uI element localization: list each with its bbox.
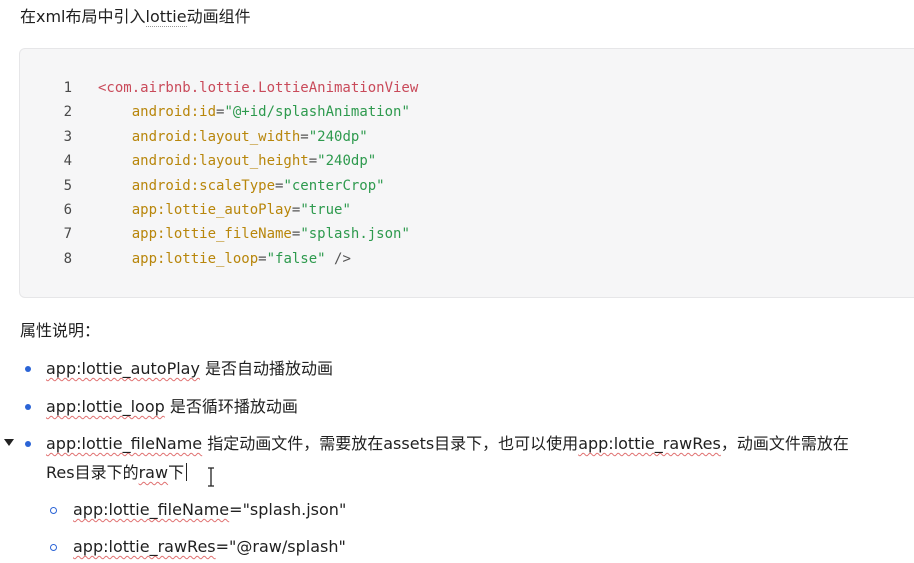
xml-string: "240dp": [317, 153, 377, 170]
list-item-filename: app:lottie_fileName 指定动画文件，需要放在assets目录下…: [46, 430, 849, 458]
xml-equals: =: [300, 128, 309, 145]
xml-string: "240dp": [308, 128, 368, 145]
list-item-filename-cont: Res目录下的raw下: [46, 459, 188, 487]
sub-item-rawres: app:lottie_rawRes="@raw/splash": [73, 533, 346, 561]
code-line: 3 android:layout_width="240dp": [20, 125, 914, 149]
line-number: 7: [63, 226, 72, 243]
code-line: 7 app:lottie_fileName="splash.json": [20, 222, 914, 246]
attr-desc-4: 下: [168, 463, 185, 482]
xml-attr: app:lottie_loop: [131, 250, 259, 267]
attr-name: app:lottie_fileName: [73, 500, 230, 519]
xml-equals: =: [308, 153, 318, 170]
attr-value: ="splash.json": [229, 500, 347, 519]
line-number: 4: [63, 153, 72, 170]
attr-desc: 是否自动播放动画: [199, 359, 334, 378]
attr-desc-2: ，动画文件需放在: [720, 434, 849, 453]
attr-value: ="@raw/splash": [215, 537, 346, 556]
line-number: 8: [63, 250, 72, 267]
xml-string: "splash.json": [300, 226, 410, 243]
xml-string: "false": [266, 250, 326, 267]
heading-suffix: 动画组件: [186, 7, 251, 26]
heading-prefix: 在xml布局中引入: [20, 7, 146, 26]
attr-name: app:lottie_autoPlay: [46, 359, 200, 378]
code-line: 8 app:lottie_loop="false" />: [20, 247, 914, 271]
xml-equals: =: [258, 250, 267, 267]
heading-highlight: lottie: [145, 7, 187, 27]
sub-bullet-ring: [50, 544, 57, 551]
section-heading: 在xml布局中引入lottie动画组件: [20, 4, 251, 30]
sub-bullet-ring: [50, 507, 57, 514]
bullet-dot: [25, 404, 31, 410]
raw-word: raw: [138, 463, 169, 482]
xml-attr: android:layout_height: [131, 153, 309, 170]
line-number: 3: [63, 128, 72, 145]
line-number: 2: [63, 104, 72, 121]
attr-desc: 指定动画文件，需要放在assets目录下，也可以使用: [202, 434, 579, 453]
sub-item-filename: app:lottie_fileName="splash.json": [73, 496, 346, 524]
ibeam-cursor-icon: [208, 467, 214, 487]
code-line: 1 <com.airbnb.lottie.LottieAnimationView: [20, 76, 914, 100]
line-number: 5: [63, 177, 72, 194]
code-line: 6 app:lottie_autoPlay="true": [20, 198, 914, 222]
xml-close: />: [325, 250, 351, 267]
list-item-autoplay: app:lottie_autoPlay 是否自动播放动画: [46, 355, 333, 383]
attributes-label: 属性说明：: [20, 321, 101, 340]
code-block[interactable]: 1 <com.airbnb.lottie.LottieAnimationView 2…: [19, 48, 914, 298]
collapse-triangle-icon[interactable]: [4, 439, 14, 446]
list-item-loop: app:lottie_loop 是否循环播放动画: [46, 393, 298, 421]
code-line: 4 android:layout_height="240dp": [20, 149, 914, 173]
xml-string: "centerCrop": [283, 177, 385, 194]
bullet-dot: [25, 441, 31, 447]
attr-name-rawres: app:lottie_rawRes: [578, 434, 721, 453]
line-number: 1: [63, 80, 72, 96]
xml-string: "true": [300, 201, 351, 218]
code-line: 5 android:scaleType="centerCrop": [20, 174, 914, 198]
xml-tag: <com.airbnb.lottie.LottieAnimationView: [98, 80, 419, 96]
xml-attr: android:scaleType: [131, 177, 276, 194]
xml-attr: android:layout_width: [131, 128, 301, 145]
xml-attr: app:lottie_autoPlay: [131, 201, 292, 218]
xml-attr: android:id: [131, 104, 217, 121]
code-lines: 1 <com.airbnb.lottie.LottieAnimationView 2…: [20, 76, 914, 271]
bullet-dot: [25, 366, 31, 372]
attr-name: app:lottie_loop: [46, 397, 165, 416]
text-caret: [186, 463, 188, 481]
attr-desc-3: Res目录下的: [46, 463, 139, 482]
attr-desc: 是否循环播放动画: [164, 397, 298, 416]
xml-string: "@+id/splashAnimation": [224, 104, 410, 121]
code-line: 2 android:id="@+id/splashAnimation": [20, 100, 914, 124]
xml-attr: app:lottie_fileName: [131, 226, 292, 243]
line-number: 6: [63, 201, 72, 218]
attr-name: app:lottie_rawRes: [73, 537, 216, 556]
attr-name: app:lottie_fileName: [46, 434, 203, 453]
